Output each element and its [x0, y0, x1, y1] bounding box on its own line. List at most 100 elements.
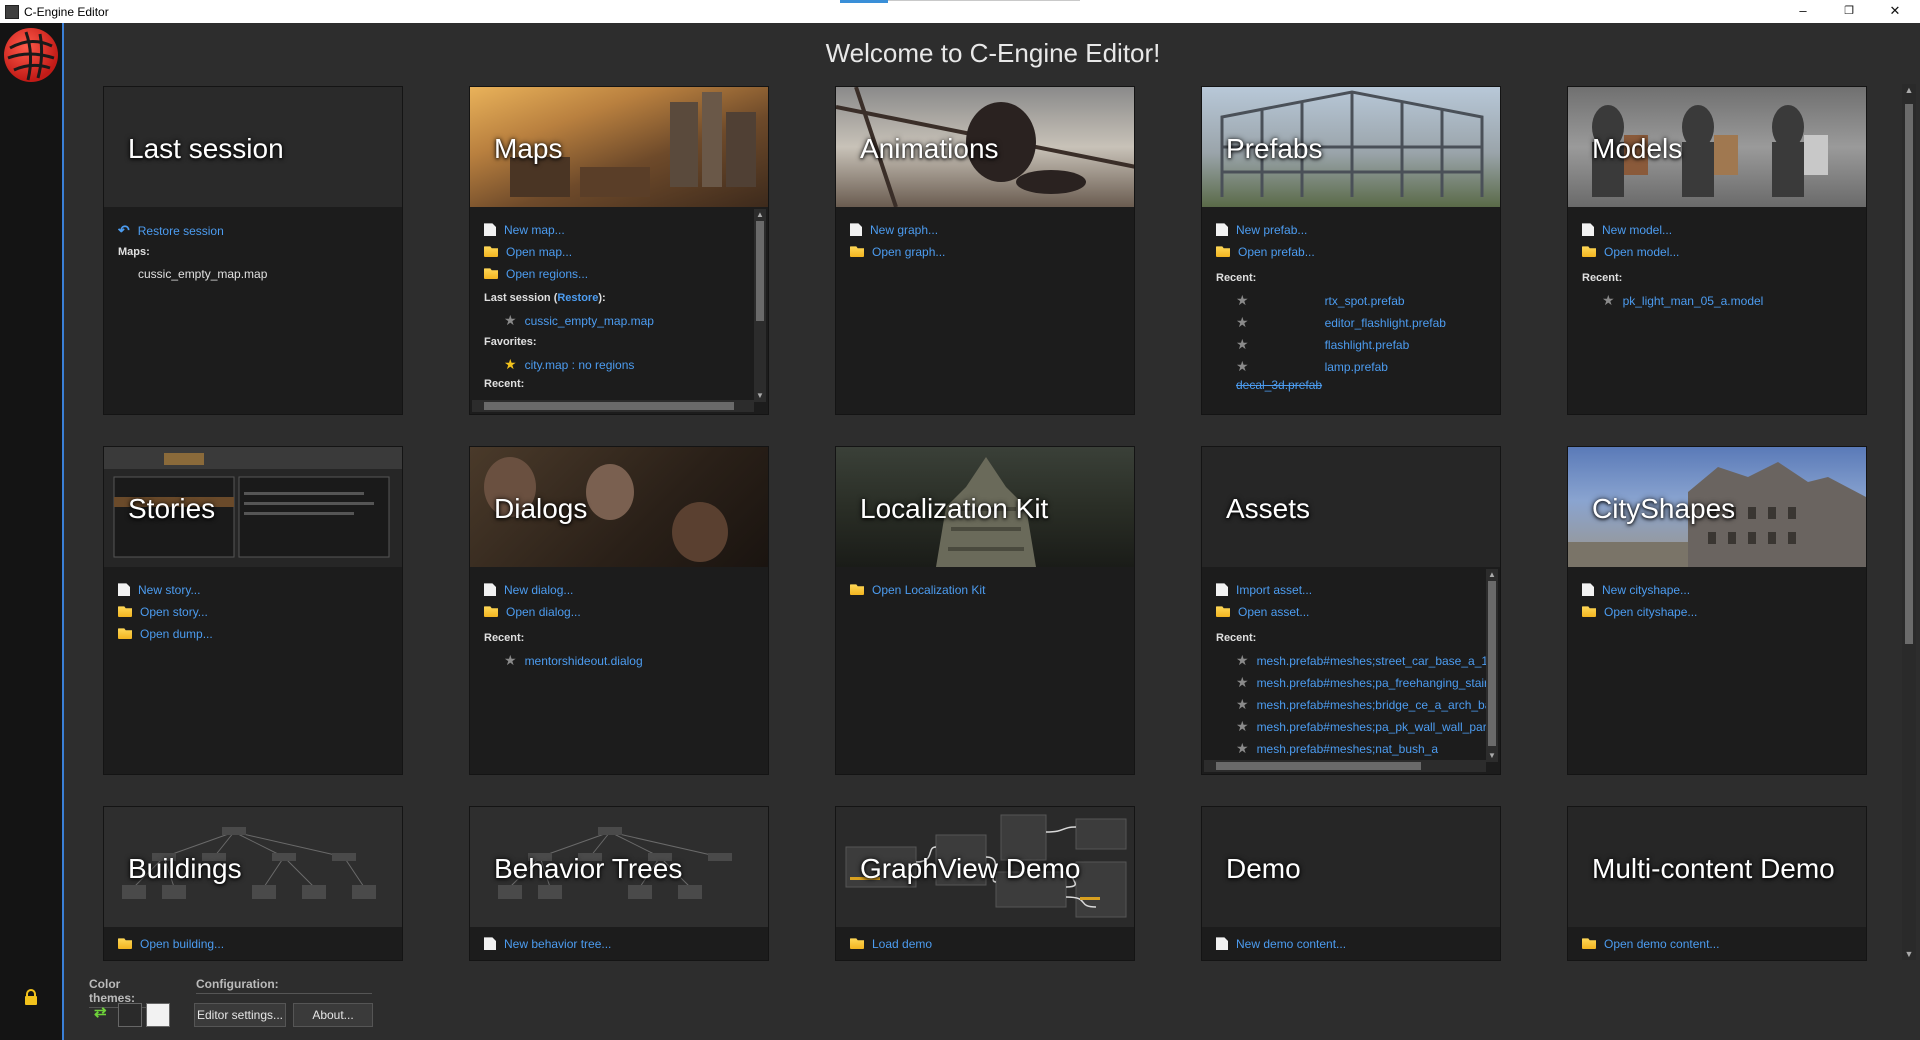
- open-story-link[interactable]: Open story...: [118, 601, 402, 623]
- star-icon[interactable]: ★: [1236, 652, 1249, 668]
- recent-model-item[interactable]: ★ pk_light_man_05_a.model: [1582, 289, 1866, 311]
- open-map-link[interactable]: Open map...: [484, 241, 768, 263]
- open-regions-link[interactable]: Open regions...: [484, 263, 768, 285]
- recent-dialog-item[interactable]: ★ mentorshideout.dialog: [484, 649, 768, 671]
- import-asset-link[interactable]: Import asset...: [1216, 579, 1500, 601]
- open-prefab-link[interactable]: Open prefab...: [1216, 241, 1500, 263]
- star-icon[interactable]: ★: [504, 356, 517, 372]
- card-header[interactable]: Prefabs: [1202, 87, 1500, 207]
- star-icon[interactable]: ★: [1236, 718, 1249, 734]
- maps-horizontal-scrollbar[interactable]: [472, 400, 754, 412]
- recent-asset-item[interactable]: ★ mesh.prefab#meshes;bridge_ce_a_arch_bas: [1216, 693, 1500, 715]
- card-header[interactable]: Buildings: [104, 807, 402, 927]
- dark-theme-swatch[interactable]: [118, 1003, 142, 1027]
- open-demo-content-link[interactable]: Open demo content...: [1582, 933, 1866, 955]
- light-theme-swatch[interactable]: [146, 1003, 170, 1027]
- open-cityshape-link[interactable]: Open cityshape...: [1582, 601, 1866, 623]
- card-cityshapes: CityShapes New cityshape... Open citysha…: [1568, 447, 1866, 774]
- file-icon: [484, 583, 496, 597]
- maps-vertical-scrollbar[interactable]: ▲ ▼: [754, 209, 766, 402]
- folder-icon: [118, 606, 132, 618]
- recent-label: Recent:: [1582, 272, 1623, 284]
- open-model-link[interactable]: Open model...: [1582, 241, 1866, 263]
- card-header[interactable]: Multi-content Demo: [1568, 807, 1866, 927]
- new-dialog-link[interactable]: New dialog...: [484, 579, 768, 601]
- star-icon[interactable]: ★: [1236, 358, 1249, 374]
- star-icon[interactable]: ★: [1602, 292, 1615, 308]
- minimize-button[interactable]: –: [1780, 0, 1826, 23]
- open-asset-link[interactable]: Open asset...: [1216, 601, 1500, 623]
- lock-icon[interactable]: [24, 989, 38, 1005]
- recent-asset-item[interactable]: ★ mesh.prefab#meshes;nat_bush_a: [1216, 737, 1500, 759]
- recent-asset-item[interactable]: ★ mesh.prefab#meshes;pa_pk_wall_wall_part: [1216, 715, 1500, 737]
- star-icon[interactable]: ★: [1236, 674, 1249, 690]
- title-bar: C-Engine Editor – ❐ ✕: [0, 0, 1920, 23]
- restore-button[interactable]: ❐: [1826, 0, 1872, 23]
- open-localization-kit-link[interactable]: Open Localization Kit: [850, 579, 1134, 601]
- folder-icon: [484, 246, 498, 258]
- new-map-link[interactable]: New map...: [484, 219, 768, 241]
- star-icon[interactable]: ★: [1236, 292, 1249, 308]
- open-building-link[interactable]: Open building...: [118, 933, 402, 955]
- card-title: Last session: [128, 133, 284, 164]
- recent-prefab-item[interactable]: ★ flashlight.prefab: [1216, 333, 1500, 355]
- recent-map-item[interactable]: ★ cussic_empty_map.map: [484, 309, 768, 331]
- new-story-link[interactable]: New story...: [118, 579, 402, 601]
- card-header[interactable]: Behavior Trees: [470, 807, 768, 927]
- window-title: C-Engine Editor: [24, 5, 109, 19]
- card-header[interactable]: Localization Kit: [836, 447, 1134, 567]
- card-header[interactable]: Dialogs: [470, 447, 768, 567]
- close-button[interactable]: ✕: [1872, 0, 1918, 23]
- star-icon[interactable]: ★: [504, 652, 517, 668]
- new-model-link[interactable]: New model...: [1582, 219, 1866, 241]
- main-vertical-scrollbar[interactable]: ▲ ▼: [1902, 84, 1916, 960]
- about-button[interactable]: About...: [293, 1003, 373, 1027]
- card-header[interactable]: Models: [1568, 87, 1866, 207]
- star-icon[interactable]: ★: [1236, 740, 1249, 756]
- file-icon: [484, 937, 496, 951]
- scroll-up-icon[interactable]: ▲: [1902, 84, 1916, 96]
- card-header[interactable]: Animations: [836, 87, 1134, 207]
- folder-icon: [118, 938, 132, 950]
- star-icon[interactable]: ★: [1236, 314, 1249, 330]
- recent-asset-item[interactable]: ★ mesh.prefab#meshes;street_car_base_a_1: [1216, 649, 1500, 671]
- favorite-map-item[interactable]: ★ city.map : no regions: [484, 353, 768, 375]
- card-header[interactable]: GraphView Demo: [836, 807, 1134, 927]
- assets-vertical-scrollbar[interactable]: ▲ ▼: [1486, 569, 1498, 762]
- card-header[interactable]: Assets: [1202, 447, 1500, 567]
- recent-prefab-item[interactable]: ★ lamp.prefab: [1216, 355, 1500, 377]
- scroll-down-icon[interactable]: ▼: [1902, 948, 1916, 960]
- new-demo-content-link[interactable]: New demo content...: [1216, 933, 1500, 955]
- new-graph-link[interactable]: New graph...: [850, 219, 1134, 241]
- star-icon[interactable]: ★: [504, 312, 517, 328]
- card-header[interactable]: Demo: [1202, 807, 1500, 927]
- open-dump-link[interactable]: Open dump...: [118, 623, 402, 645]
- scroll-thumb[interactable]: [1905, 104, 1913, 644]
- assets-horizontal-scrollbar[interactable]: [1204, 760, 1486, 772]
- refresh-theme-icon[interactable]: ⇄: [94, 1003, 107, 1021]
- maps-restore-link[interactable]: Restore: [557, 292, 598, 304]
- folder-icon: [484, 606, 498, 618]
- card-title: Stories: [128, 493, 216, 524]
- new-cityshape-link[interactable]: New cityshape...: [1582, 579, 1866, 601]
- card-buildings: Buildings Open building...: [104, 807, 402, 960]
- editor-settings-button[interactable]: Editor settings...: [194, 1003, 286, 1027]
- new-behavior-tree-link[interactable]: New behavior tree...: [484, 933, 768, 955]
- open-dialog-link[interactable]: Open dialog...: [484, 601, 768, 623]
- recent-prefab-item[interactable]: ★ rtx_spot.prefab: [1216, 289, 1500, 311]
- star-icon[interactable]: ★: [1236, 336, 1249, 352]
- recent-asset-item[interactable]: ★ mesh.prefab#meshes;pa_freehanging_stair: [1216, 671, 1500, 693]
- c-engine-logo-icon[interactable]: [4, 28, 58, 82]
- load-demo-link[interactable]: Load demo: [850, 933, 1134, 955]
- new-prefab-link[interactable]: New prefab...: [1216, 219, 1500, 241]
- card-header[interactable]: CityShapes: [1568, 447, 1866, 567]
- file-icon: [1582, 583, 1594, 597]
- open-graph-link[interactable]: Open graph...: [850, 241, 1134, 263]
- card-header[interactable]: Maps: [470, 87, 768, 207]
- folder-icon: [484, 268, 498, 280]
- missing-prefab-item[interactable]: decal_3d.prefab: [1216, 377, 1500, 395]
- recent-prefab-item[interactable]: ★ editor_flashlight.prefab: [1216, 311, 1500, 333]
- restore-session-link[interactable]: ↶ Restore session: [118, 219, 402, 241]
- card-header[interactable]: Stories: [104, 447, 402, 567]
- star-icon[interactable]: ★: [1236, 696, 1249, 712]
